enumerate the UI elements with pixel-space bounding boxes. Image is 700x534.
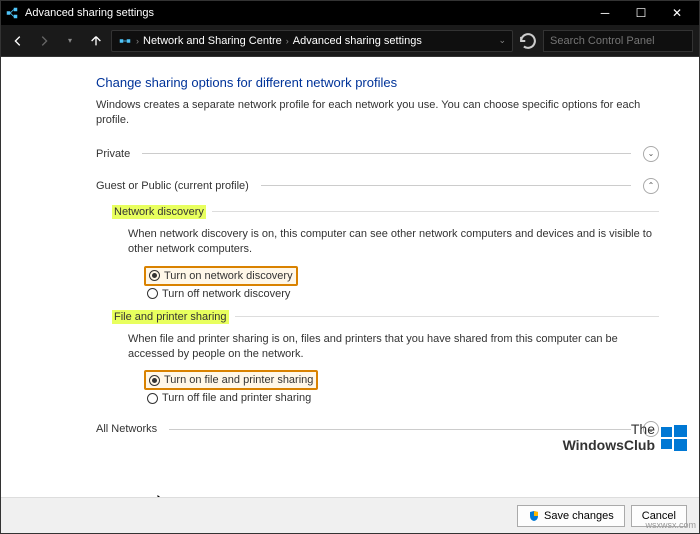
- section-network-discovery: Network discovery When network discovery…: [112, 205, 659, 302]
- titlebar: Advanced sharing settings ─ ☐ ✕: [1, 1, 699, 25]
- window: Advanced sharing settings ─ ☐ ✕ ▾ › Netw…: [0, 0, 700, 534]
- radio-file-printer-on[interactable]: Turn on file and printer sharing: [146, 372, 316, 388]
- profile-private[interactable]: Private ⌄: [96, 143, 659, 165]
- page-subtext: Windows creates a separate network profi…: [96, 98, 659, 129]
- watermark-line2: WindowsClub: [563, 438, 655, 453]
- profile-label: All Networks: [96, 423, 157, 435]
- windows-logo-icon: [661, 425, 687, 451]
- navbar: ▾ › Network and Sharing Centre › Advance…: [1, 25, 699, 57]
- recent-dropdown[interactable]: ▾: [59, 30, 81, 52]
- up-button[interactable]: [85, 30, 107, 52]
- button-label: Save changes: [544, 510, 614, 522]
- watermark: The WindowsClub: [563, 422, 687, 453]
- section-title-file-printer: File and printer sharing: [112, 310, 229, 324]
- chevron-right-icon: ›: [136, 36, 139, 46]
- divider: [142, 153, 631, 154]
- window-title: Advanced sharing settings: [25, 7, 587, 19]
- section-desc: When file and printer sharing is on, fil…: [128, 332, 659, 363]
- source-mark: wsxwsx.com: [645, 520, 696, 530]
- breadcrumb-network-center[interactable]: Network and Sharing Centre: [143, 35, 282, 47]
- back-button[interactable]: [7, 30, 29, 52]
- search-input[interactable]: [543, 30, 693, 52]
- minimize-button[interactable]: ─: [587, 1, 623, 25]
- content-area: Change sharing options for different net…: [1, 57, 699, 497]
- forward-button[interactable]: [33, 30, 55, 52]
- radio-file-printer-off[interactable]: Turn off file and printer sharing: [144, 390, 659, 406]
- breadcrumb-advanced-sharing[interactable]: Advanced sharing settings: [293, 35, 422, 47]
- breadcrumb[interactable]: › Network and Sharing Centre › Advanced …: [111, 30, 513, 52]
- divider: [235, 316, 659, 317]
- radio-label: Turn on network discovery: [164, 270, 293, 282]
- radio-network-discovery-off[interactable]: Turn off network discovery: [144, 286, 659, 302]
- radio-icon: [147, 288, 158, 299]
- radio-icon: [149, 270, 160, 281]
- divider: [212, 211, 659, 212]
- cursor-icon: [157, 495, 173, 497]
- refresh-button[interactable]: [517, 30, 539, 52]
- profile-guest-public[interactable]: Guest or Public (current profile) ⌃: [96, 175, 659, 197]
- chevron-down-icon[interactable]: ⌄: [498, 35, 506, 46]
- chevron-right-icon: ›: [286, 36, 289, 46]
- page-heading: Change sharing options for different net…: [96, 75, 659, 90]
- radio-label: Turn off file and printer sharing: [162, 392, 311, 404]
- radio-network-discovery-on[interactable]: Turn on network discovery: [146, 268, 296, 284]
- chevron-down-icon: ⌄: [643, 146, 659, 162]
- footer: Save changes Cancel: [1, 497, 699, 533]
- section-desc: When network discovery is on, this compu…: [128, 227, 659, 258]
- close-button[interactable]: ✕: [659, 1, 695, 25]
- profile-label: Private: [96, 148, 130, 160]
- watermark-line1: The: [563, 422, 655, 437]
- radio-icon: [149, 375, 160, 386]
- radio-label: Turn on file and printer sharing: [164, 374, 313, 386]
- divider: [261, 185, 631, 186]
- section-title-network-discovery: Network discovery: [112, 205, 206, 219]
- radio-icon: [147, 393, 158, 404]
- maximize-button[interactable]: ☐: [623, 1, 659, 25]
- network-center-icon: [118, 34, 132, 48]
- app-icon: [5, 6, 19, 20]
- section-file-printer-sharing: File and printer sharing When file and p…: [112, 310, 659, 407]
- shield-icon: [528, 510, 540, 522]
- profile-label: Guest or Public (current profile): [96, 180, 249, 192]
- radio-label: Turn off network discovery: [162, 288, 290, 300]
- save-changes-button[interactable]: Save changes: [517, 505, 625, 527]
- chevron-up-icon: ⌃: [643, 178, 659, 194]
